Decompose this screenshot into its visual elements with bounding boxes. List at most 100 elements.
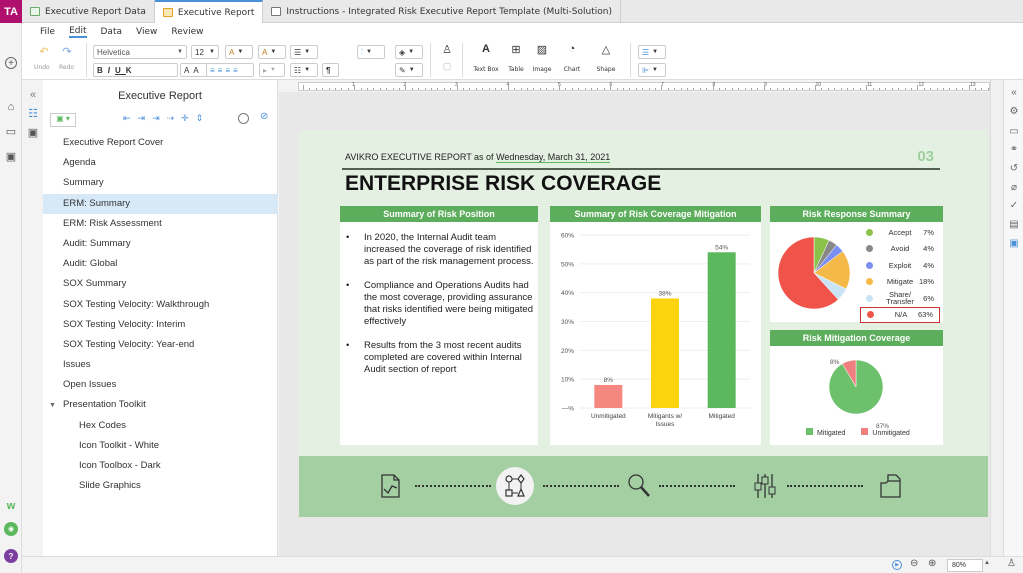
user-avatar[interactable]: TA — [0, 0, 22, 23]
chart-label[interactable]: Chart — [555, 66, 589, 73]
task-check-icon[interactable]: ✓ — [1008, 200, 1020, 212]
attachment-icon[interactable]: ⌀ — [1008, 182, 1020, 194]
add-section-button[interactable]: ▣ ▾ — [50, 113, 76, 127]
outline-item[interactable]: Icon Toolkit - White — [43, 436, 278, 456]
indent-button[interactable]: ▸ ▼ — [259, 63, 285, 77]
table-icon[interactable]: ⊞ — [507, 43, 525, 56]
vertical-align-button[interactable]: ⫶ ▼ — [357, 45, 385, 59]
expand-caret-icon[interactable]: ▼ — [49, 396, 63, 416]
chat-icon[interactable]: ◉ — [4, 522, 18, 536]
text-color-button[interactable]: A ▼ — [225, 45, 253, 59]
arrange-button[interactable]: ☰ ▼ — [638, 45, 666, 59]
outline-item[interactable]: ▼ Presentation Toolkit — [43, 395, 278, 415]
outline-icon[interactable]: ☷ — [26, 106, 40, 120]
present-icon[interactable]: ▣ — [1008, 238, 1020, 250]
highlight-color-button[interactable]: A ▼ — [258, 45, 286, 59]
menu-review[interactable]: Review — [171, 27, 203, 37]
zoom-out-icon[interactable]: ⊖ — [910, 558, 918, 569]
paragraph-marks-button[interactable]: ¶ — [322, 63, 339, 77]
zoom-up-icon[interactable]: ▲ — [984, 560, 990, 566]
ruler-tick — [776, 88, 778, 90]
outline-item[interactable]: Icon Toolbox - Dark — [43, 456, 278, 476]
outline-item[interactable]: SOX Testing Velocity: Walkthrough — [43, 295, 278, 315]
menu-data[interactable]: Data — [101, 27, 123, 37]
outline-item[interactable]: Executive Report Cover — [43, 133, 278, 153]
vertical-scrollbar[interactable] — [990, 80, 1003, 556]
numbered-list-button[interactable]: ☷ ▼ — [290, 63, 318, 77]
folder-icon[interactable]: ▭ — [4, 124, 18, 138]
bar[interactable] — [594, 384, 623, 408]
shape-icon[interactable]: △ — [597, 43, 615, 56]
redo-icon[interactable]: ↷ — [58, 45, 76, 58]
bar[interactable] — [707, 252, 736, 408]
outline-item[interactable]: Slide Graphics — [43, 476, 278, 496]
coverage-mitigation-card[interactable]: Summary of Risk Coverage Mitigation —% 10… — [550, 206, 761, 445]
menu-file[interactable]: File — [40, 27, 55, 37]
risk-position-card[interactable]: Summary of Risk Position In 2020, the In… — [340, 206, 538, 445]
gear-icon[interactable]: ⚙ — [1008, 106, 1020, 118]
outline-item[interactable]: ERM: Risk Assessment — [43, 214, 278, 234]
bar[interactable] — [651, 298, 679, 408]
undo-icon[interactable]: ↶ — [35, 45, 53, 58]
outline-item[interactable]: Summary — [43, 173, 278, 193]
link-icon[interactable]: ⚭ — [1008, 144, 1020, 156]
tab-executive-report-data[interactable]: Executive Report Data — [22, 0, 155, 23]
home-icon[interactable]: ⌂ — [4, 100, 18, 114]
outline-item[interactable]: Hex Codes — [43, 416, 278, 436]
outline-item[interactable]: Audit: Global — [43, 254, 278, 274]
history-icon[interactable]: ↺ — [1008, 163, 1020, 175]
ruler-tick — [443, 88, 445, 90]
tab-instructions[interactable]: Instructions - Integrated Risk Executive… — [263, 0, 621, 23]
chart-icon[interactable]: ◔ — [563, 43, 581, 55]
report-date-link[interactable]: Wednesday, March 31, 2021 — [496, 152, 611, 163]
collapse-panel-icon[interactable]: « — [26, 88, 40, 102]
font-size-select[interactable]: 12 ▼ — [191, 45, 219, 59]
play-icon[interactable]: ▶ — [892, 560, 902, 570]
alignment-buttons[interactable]: ≡≡≡≡ — [206, 63, 254, 77]
outline-item[interactable]: Issues — [43, 355, 278, 375]
inbox-icon[interactable]: ▣ — [4, 149, 18, 163]
comments-panel-icon[interactable]: ▣ — [26, 125, 40, 139]
outline-item[interactable]: Open Issues — [43, 375, 278, 395]
menu-edit[interactable]: Edit — [69, 26, 87, 38]
outline-item[interactable]: ERM: Summary — [43, 193, 278, 214]
outline-item[interactable]: SOX Testing Velocity: Year-end — [43, 335, 278, 355]
format-painter-icon[interactable]: ♙ — [438, 43, 456, 56]
add-icon[interactable]: + — [5, 57, 17, 69]
mitigation-coverage-card[interactable]: Risk Mitigation Coverage 87% 8% Mitigated… — [770, 330, 943, 445]
discussion-icon[interactable]: ▤ — [1008, 219, 1020, 231]
help-icon[interactable]: ? — [4, 549, 18, 563]
hide-icon[interactable]: ⊘ — [260, 111, 268, 122]
risk-response-card[interactable]: Risk Response Summary Accept 7% Avoid 4% Exp… — [770, 206, 943, 323]
outline-indent-buttons[interactable]: ⇤⇥⇥⇢✛⇕ — [123, 113, 210, 124]
outline-item[interactable]: SOX Testing Velocity: Interim — [43, 315, 278, 335]
tab-executive-report[interactable]: Executive Report — [154, 0, 264, 23]
folder-document-icon — [880, 474, 901, 498]
fill-color-button[interactable]: ◈ ▼ — [395, 45, 423, 59]
shape-label[interactable]: Shape — [589, 66, 623, 73]
font-family-select[interactable]: Helvetica ▼ — [93, 45, 187, 59]
y-tick-label: 60% — [561, 233, 574, 240]
expand-panel-icon[interactable]: « — [1008, 87, 1020, 99]
workiva-logo-icon[interactable]: w — [4, 499, 18, 513]
bullet-list-button[interactable]: ☰ ▼ — [290, 45, 318, 59]
ruler-tick — [418, 88, 420, 90]
outline-item[interactable]: SOX Summary — [43, 274, 278, 294]
border-color-button[interactable]: ✎ ▼ — [395, 63, 423, 77]
text-box-icon[interactable]: A — [477, 43, 495, 55]
user-icon[interactable]: ♙ — [1007, 558, 1016, 569]
image-label[interactable]: Image — [525, 66, 559, 73]
zoom-in-icon[interactable]: ⊕ — [928, 558, 936, 569]
outline-item[interactable]: Audit: Summary — [43, 234, 278, 254]
outline-item[interactable]: Agenda — [43, 153, 278, 173]
text-style-buttons[interactable]: BIUK — [93, 63, 178, 77]
menu-view[interactable]: View — [136, 27, 157, 37]
image-icon[interactable]: ▨ — [533, 43, 551, 56]
comment-icon[interactable]: ▭ — [1008, 126, 1020, 138]
align-objects-button[interactable]: ⊫ ▼ — [638, 63, 666, 77]
toggle-circle-icon[interactable] — [238, 113, 249, 124]
clear-format-icon[interactable]: ▢ — [438, 61, 456, 72]
zoom-level-field[interactable]: 80% — [947, 559, 983, 572]
pie-data-label: 8% — [830, 359, 840, 366]
text-box-label[interactable]: Text Box — [469, 66, 503, 73]
